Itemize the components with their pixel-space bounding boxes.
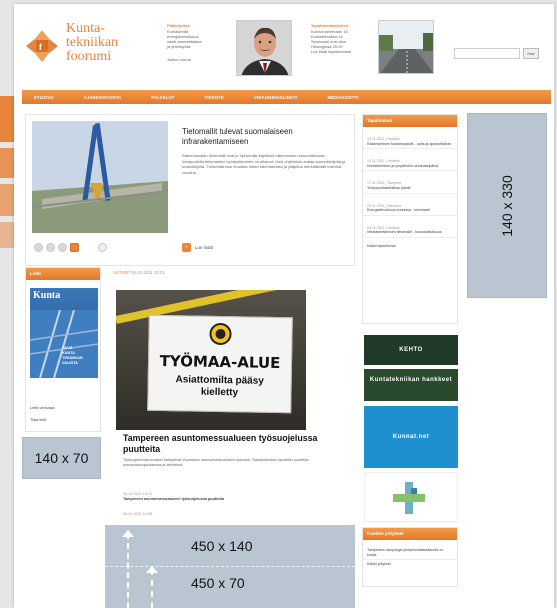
carousel-pager xyxy=(34,243,107,252)
sign-emblem-icon xyxy=(209,322,232,346)
editorial-line: ja yhteistyötä xyxy=(167,44,191,49)
event-item[interactable]: 22.11.2011 | Tampere Energiatehokkuus ku… xyxy=(363,202,457,216)
event-item[interactable]: 24.11.2011 | Helsinki Infrarakentamisen … xyxy=(363,224,457,238)
carousel-pause-button[interactable] xyxy=(98,243,107,252)
magazine-box: Lehti Kunta HYVÄ KUNTA TEKNIIKAN VALINTA… xyxy=(25,267,101,432)
magazine-online-link[interactable]: Lehti verkossa xyxy=(30,406,54,410)
editorial-heading: Pääkirjoitus xyxy=(167,23,190,28)
nav-item-ajankohtaista[interactable]: AJANKOHTAISTA xyxy=(84,95,122,100)
ad-placeholder-label: 140 x 70 xyxy=(34,450,89,466)
ad-banner-kunnat-net[interactable]: Kunnat.net xyxy=(364,406,458,468)
news-date: 06.10.2011 13:21 xyxy=(132,270,165,275)
news-item-date: 06.10.2011 12:08 xyxy=(123,512,153,516)
nav-item-viranomaislinkit[interactable]: VIRANOMAISLINKIT xyxy=(254,95,297,100)
calendar-heading: Tapahtumakalenteri xyxy=(311,23,349,28)
calendar-photo xyxy=(378,20,434,74)
worksite-sign: TYÖMAA-ALUE Asiattomilta pääsy kielletty xyxy=(147,314,293,414)
companies-heading: Kuntien yritykset xyxy=(363,528,457,540)
events-heading: Tapahtumat xyxy=(363,115,457,127)
event-title: Energiatehokkuus kunnissa - seminaari xyxy=(367,208,430,213)
road-image-icon xyxy=(379,21,433,73)
placeholder-guide xyxy=(127,533,129,608)
event-item[interactable]: 13.11.2011 | Helsinki Rakentamisen tuota… xyxy=(363,135,457,150)
placeholder-guide xyxy=(151,569,153,608)
news-headline[interactable]: Tampereen asuntomessualueen työsuojeluss… xyxy=(123,433,323,455)
feature-title[interactable]: Tietomallit tulevat suomalaiseen infrara… xyxy=(182,127,342,147)
ad-placeholder-140x70: 140 x 70 xyxy=(22,437,101,479)
news-image[interactable]: TYÖMAA-ALUE Asiattomilta pääsy kielletty xyxy=(116,290,306,430)
magazine-subtitle-line: VALINTA xyxy=(62,361,78,365)
ad-banner-kuntatekniikan-hankkeet[interactable]: Kuntatekniikan hankkeet xyxy=(364,369,458,401)
logo-line: Kunta- xyxy=(66,21,105,36)
sign-text-line: kielletty xyxy=(200,386,239,399)
carousel-dot[interactable] xyxy=(46,243,55,252)
site-logo[interactable]: f Kunta- tekniikan foorumi xyxy=(22,22,142,74)
feature-more-label: Lue lisää xyxy=(195,245,214,250)
search-input[interactable] xyxy=(454,48,520,59)
news-list-item[interactable]: 06.10.2011 13:21 Tampereen asuntomessual… xyxy=(123,492,328,502)
logo-text: Kunta- tekniikan foorumi xyxy=(66,22,118,64)
feature-image[interactable] xyxy=(32,121,168,233)
logo-mark-icon: f xyxy=(26,30,58,62)
arrow-up-icon xyxy=(146,566,158,573)
ad-placeholder-label: 140 x 330 xyxy=(499,174,515,237)
ad-placeholder-label: 450 x 70 xyxy=(191,575,245,591)
event-title: Rakentamisen tuotantopäivät - uutta ja a… xyxy=(367,141,451,146)
editor-portrait xyxy=(236,20,292,76)
ad-placeholder-bottom: 450 x 140 450 x 70 xyxy=(105,525,355,608)
nav-item-tiedote[interactable]: TIEDOTE xyxy=(204,95,224,100)
news-list-item[interactable]: 06.10.2011 12:08 xyxy=(123,512,328,517)
news-meta: UUTISET 06.10.2011 13:21 xyxy=(113,270,355,275)
magazine-cover[interactable]: Kunta HYVÄ KUNTA TEKNIIKAN VALINTA xyxy=(30,288,98,378)
news-category[interactable]: UUTISET xyxy=(113,270,131,275)
calendar-line: Lue lisää tapahtumista xyxy=(311,49,352,54)
magazine-title: Kunta xyxy=(33,290,61,301)
carousel-dot[interactable] xyxy=(34,243,43,252)
ad-banner-kehto[interactable]: KEHTO xyxy=(364,335,458,365)
carousel-dot-active[interactable] xyxy=(70,243,79,252)
events-all-link[interactable]: Kaikki tapahtumat xyxy=(363,242,457,251)
ad-banner-logo[interactable] xyxy=(364,472,458,522)
feature-more-link[interactable]: › Lue lisää xyxy=(182,243,213,252)
feature-carousel: Tietomallit tulevat suomalaiseen infrara… xyxy=(25,114,355,266)
logo-line: foorumi xyxy=(66,49,112,64)
companies-box: Kuntien yritykset Tampereen kaupungin yh… xyxy=(362,527,458,587)
news-item-title: Tampereen asuntomessualueen työsuojeluss… xyxy=(123,497,224,501)
feature-text: Rakennusalan tietomallit ovat jo nyt tut… xyxy=(182,153,346,175)
cross-logo-icon xyxy=(393,482,425,514)
event-title: Yhdyskuntatekniikan päivät xyxy=(367,185,411,190)
magazine-box-heading: Lehti xyxy=(26,268,100,280)
arrow-up-icon xyxy=(122,530,134,537)
event-item[interactable]: 14.11.2011 | Helsinki Kuntatekniikan ja … xyxy=(363,157,457,172)
companies-all-link[interactable]: Kaikki yritykset xyxy=(363,560,457,569)
magazine-subscribe-link[interactable]: Tilaa lehti xyxy=(30,418,46,422)
arrow-right-icon: › xyxy=(182,243,191,252)
event-title: Kuntatekniikan ja ympäristön seminaaripä… xyxy=(367,163,439,168)
nav-item-mediakortti[interactable]: MEDIAKORTTI xyxy=(327,95,358,100)
nav-item-etusivu[interactable]: ETUSIVU xyxy=(34,95,54,100)
editorial-teaser[interactable]: Pääkirjoitus Kuntakenttä energiatehokkuu… xyxy=(167,23,231,62)
company-item[interactable]: Tampereen kaupungin yhdyskuntalautakunta… xyxy=(363,546,457,561)
magazine-subtitle: HYVÄ KUNTA TEKNIIKAN VALINTA xyxy=(62,346,83,366)
event-title: Infrarakentamisen tietomallit - koulutus… xyxy=(367,230,442,235)
ad-placeholder-140x330: 140 x 330 xyxy=(467,113,547,298)
calendar-teaser[interactable]: Tapahtumakalenteri Kunnat seminaari 15 K… xyxy=(311,23,373,54)
news-lead: Työsuojeluviranomaiset tarkastivat Vuore… xyxy=(123,458,309,467)
main-nav: ETUSIVU AJANKOHTAISTA PALVELUT TIEDOTE V… xyxy=(22,90,551,104)
nav-item-palvelut[interactable]: PALVELUT xyxy=(151,95,174,100)
events-box: Tapahtumat 13.11.2011 | Helsinki Rakenta… xyxy=(362,114,458,324)
search-button[interactable]: Hae xyxy=(523,48,539,59)
placeholder-divider xyxy=(105,566,355,567)
portrait-icon xyxy=(237,21,291,75)
logo-line: tekniikan xyxy=(66,35,119,50)
ad-placeholder-label: 450 x 140 xyxy=(191,538,253,554)
event-item[interactable]: 17.11.2011 | Tampere Yhdyskuntatekniikan… xyxy=(363,179,457,194)
bridge-model-icon xyxy=(32,121,168,233)
carousel-dot[interactable] xyxy=(58,243,67,252)
editorial-author: Jukka Luoma xyxy=(167,57,191,62)
sign-text-title: TYÖMAA-ALUE xyxy=(159,351,281,373)
sign-text-sub: Asiattomilta pääsy kielletty xyxy=(148,374,290,400)
magazine-cover-art-icon xyxy=(30,310,98,378)
